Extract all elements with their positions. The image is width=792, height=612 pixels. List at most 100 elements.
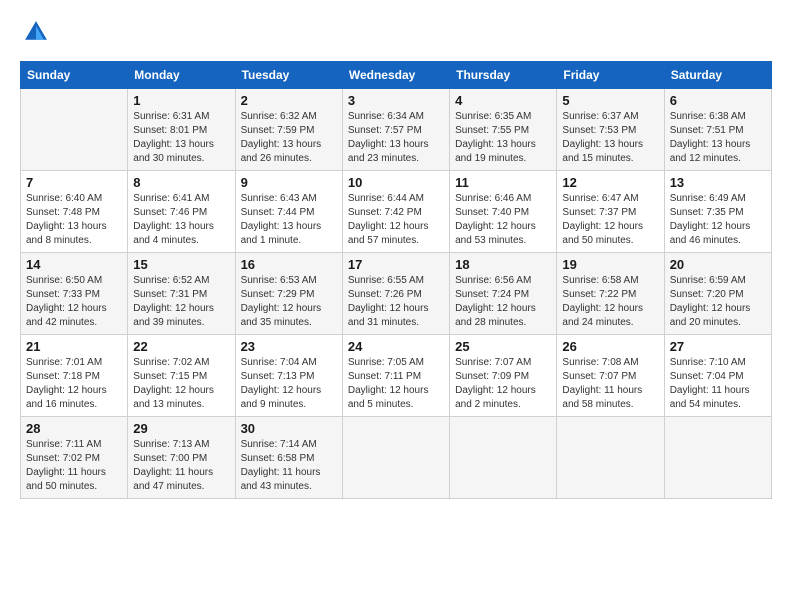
calendar-cell: 2 Sunrise: 6:32 AMSunset: 7:59 PMDaylight… [235, 89, 342, 171]
day-number: 7 [26, 175, 122, 190]
day-number: 25 [455, 339, 551, 354]
day-info: Sunrise: 7:05 AMSunset: 7:11 PMDaylight:… [348, 356, 444, 412]
calendar-cell: 20Sunrise: 6:59 AMSunset: 7:20 PMDayligh… [664, 253, 771, 335]
day-info: Sunrise: 6:55 AMSunset: 7:26 PMDaylight:… [348, 274, 444, 330]
week-row-1: 1Sunrise: 6:31 AMSunset: 8:01 PMDaylight… [21, 89, 772, 171]
day-number: 20 [670, 257, 766, 272]
calendar-cell: 3 Sunrise: 6:34 AMSunset: 7:57 PMDaylight… [342, 89, 449, 171]
day-number: 13 [670, 175, 766, 190]
day-info: Sunrise: 7:02 AMSunset: 7:15 PMDaylight:… [133, 356, 229, 412]
day-info: Sunrise: 7:11 AMSunset: 7:02 PMDaylight:… [26, 438, 122, 494]
calendar-cell: 12 Sunrise: 6:47 AMSunset: 7:37 PMDayligh… [557, 171, 664, 253]
day-info: Sunrise: 6:44 AMSunset: 7:42 PMDaylight:… [348, 192, 444, 248]
day-info: Sunrise: 6:32 AMSunset: 7:59 PMDaylight:… [241, 110, 337, 166]
header [20, 18, 772, 51]
calendar-cell: 11 Sunrise: 6:46 AMSunset: 7:40 PMDayligh… [450, 171, 557, 253]
day-info: Sunrise: 6:41 AMSunset: 7:46 PMDaylight:… [133, 192, 229, 248]
calendar-cell: 7 Sunrise: 6:40 AMSunset: 7:48 PMDaylight… [21, 171, 128, 253]
weekday-header-row: SundayMondayTuesdayWednesdayThursdayFrid… [21, 62, 772, 89]
calendar-cell: 16Sunrise: 6:53 AMSunset: 7:29 PMDayligh… [235, 253, 342, 335]
day-info: Sunrise: 6:31 AMSunset: 8:01 PMDaylight:… [133, 110, 229, 166]
day-info: Sunrise: 6:46 AMSunset: 7:40 PMDaylight:… [455, 192, 551, 248]
calendar-cell [21, 89, 128, 171]
calendar-cell: 15 Sunrise: 6:52 AMSunset: 7:31 PMDayligh… [128, 253, 235, 335]
page: SundayMondayTuesdayWednesdayThursdayFrid… [0, 0, 792, 612]
calendar-cell: 8 Sunrise: 6:41 AMSunset: 7:46 PMDaylight… [128, 171, 235, 253]
day-info: Sunrise: 6:34 AMSunset: 7:57 PMDaylight:… [348, 110, 444, 166]
weekday-header-thursday: Thursday [450, 62, 557, 89]
calendar-cell: 21Sunrise: 7:01 AMSunset: 7:18 PMDayligh… [21, 335, 128, 417]
day-number: 18 [455, 257, 551, 272]
calendar-cell: 26 Sunrise: 7:08 AMSunset: 7:07 PMDayligh… [557, 335, 664, 417]
weekday-header-monday: Monday [128, 62, 235, 89]
calendar-cell [557, 417, 664, 499]
calendar-cell: 24Sunrise: 7:05 AMSunset: 7:11 PMDayligh… [342, 335, 449, 417]
day-info: Sunrise: 6:52 AMSunset: 7:31 PMDaylight:… [133, 274, 229, 330]
day-number: 26 [562, 339, 658, 354]
day-info: Sunrise: 6:47 AMSunset: 7:37 PMDaylight:… [562, 192, 658, 248]
day-number: 23 [241, 339, 337, 354]
calendar-cell: 1Sunrise: 6:31 AMSunset: 8:01 PMDaylight… [128, 89, 235, 171]
week-row-5: 28Sunrise: 7:11 AMSunset: 7:02 PMDayligh… [21, 417, 772, 499]
day-number: 16 [241, 257, 337, 272]
day-info: Sunrise: 7:08 AMSunset: 7:07 PMDaylight:… [562, 356, 658, 412]
calendar-table: SundayMondayTuesdayWednesdayThursdayFrid… [20, 61, 772, 499]
day-info: Sunrise: 7:04 AMSunset: 7:13 PMDaylight:… [241, 356, 337, 412]
day-number: 11 [455, 175, 551, 190]
calendar-cell: 22 Sunrise: 7:02 AMSunset: 7:15 PMDayligh… [128, 335, 235, 417]
day-number: 27 [670, 339, 766, 354]
calendar-cell: 17 Sunrise: 6:55 AMSunset: 7:26 PMDayligh… [342, 253, 449, 335]
day-number: 6 [670, 93, 766, 108]
calendar-cell: 29Sunrise: 7:13 AMSunset: 7:00 PMDayligh… [128, 417, 235, 499]
logo-icon [22, 18, 50, 46]
calendar-cell: 23 Sunrise: 7:04 AMSunset: 7:13 PMDayligh… [235, 335, 342, 417]
day-info: Sunrise: 7:13 AMSunset: 7:00 PMDaylight:… [133, 438, 229, 494]
day-info: Sunrise: 7:10 AMSunset: 7:04 PMDaylight:… [670, 356, 766, 412]
day-info: Sunrise: 6:50 AMSunset: 7:33 PMDaylight:… [26, 274, 122, 330]
calendar-cell: 6 Sunrise: 6:38 AMSunset: 7:51 PMDaylight… [664, 89, 771, 171]
day-number: 4 [455, 93, 551, 108]
day-number: 22 [133, 339, 229, 354]
day-number: 8 [133, 175, 229, 190]
day-info: Sunrise: 6:58 AMSunset: 7:22 PMDaylight:… [562, 274, 658, 330]
weekday-header-friday: Friday [557, 62, 664, 89]
weekday-header-sunday: Sunday [21, 62, 128, 89]
week-row-3: 14 Sunrise: 6:50 AMSunset: 7:33 PMDayligh… [21, 253, 772, 335]
day-info: Sunrise: 7:07 AMSunset: 7:09 PMDaylight:… [455, 356, 551, 412]
weekday-header-wednesday: Wednesday [342, 62, 449, 89]
weekday-header-tuesday: Tuesday [235, 62, 342, 89]
day-info: Sunrise: 6:37 AMSunset: 7:53 PMDaylight:… [562, 110, 658, 166]
day-info: Sunrise: 6:35 AMSunset: 7:55 PMDaylight:… [455, 110, 551, 166]
day-number: 3 [348, 93, 444, 108]
day-info: Sunrise: 7:14 AMSunset: 6:58 PMDaylight:… [241, 438, 337, 494]
day-number: 14 [26, 257, 122, 272]
calendar-cell [342, 417, 449, 499]
day-info: Sunrise: 6:38 AMSunset: 7:51 PMDaylight:… [670, 110, 766, 166]
day-number: 9 [241, 175, 337, 190]
calendar-cell: 4 Sunrise: 6:35 AMSunset: 7:55 PMDaylight… [450, 89, 557, 171]
day-number: 30 [241, 421, 337, 436]
day-number: 2 [241, 93, 337, 108]
day-number: 17 [348, 257, 444, 272]
day-number: 12 [562, 175, 658, 190]
day-info: Sunrise: 6:56 AMSunset: 7:24 PMDaylight:… [455, 274, 551, 330]
logo [20, 18, 50, 51]
calendar-cell: 13Sunrise: 6:49 AMSunset: 7:35 PMDayligh… [664, 171, 771, 253]
calendar-cell: 5Sunrise: 6:37 AMSunset: 7:53 PMDaylight… [557, 89, 664, 171]
calendar-cell: 14 Sunrise: 6:50 AMSunset: 7:33 PMDayligh… [21, 253, 128, 335]
calendar-cell: 28Sunrise: 7:11 AMSunset: 7:02 PMDayligh… [21, 417, 128, 499]
calendar-cell: 25 Sunrise: 7:07 AMSunset: 7:09 PMDayligh… [450, 335, 557, 417]
calendar-cell: 27 Sunrise: 7:10 AMSunset: 7:04 PMDayligh… [664, 335, 771, 417]
day-info: Sunrise: 7:01 AMSunset: 7:18 PMDaylight:… [26, 356, 122, 412]
week-row-2: 7 Sunrise: 6:40 AMSunset: 7:48 PMDaylight… [21, 171, 772, 253]
calendar-cell: 9 Sunrise: 6:43 AMSunset: 7:44 PMDaylight… [235, 171, 342, 253]
calendar-cell: 18 Sunrise: 6:56 AMSunset: 7:24 PMDayligh… [450, 253, 557, 335]
calendar-cell [664, 417, 771, 499]
day-info: Sunrise: 6:43 AMSunset: 7:44 PMDaylight:… [241, 192, 337, 248]
calendar-cell: 30 Sunrise: 7:14 AMSunset: 6:58 PMDayligh… [235, 417, 342, 499]
weekday-header-saturday: Saturday [664, 62, 771, 89]
day-info: Sunrise: 6:40 AMSunset: 7:48 PMDaylight:… [26, 192, 122, 248]
day-number: 15 [133, 257, 229, 272]
day-number: 10 [348, 175, 444, 190]
week-row-4: 21Sunrise: 7:01 AMSunset: 7:18 PMDayligh… [21, 335, 772, 417]
